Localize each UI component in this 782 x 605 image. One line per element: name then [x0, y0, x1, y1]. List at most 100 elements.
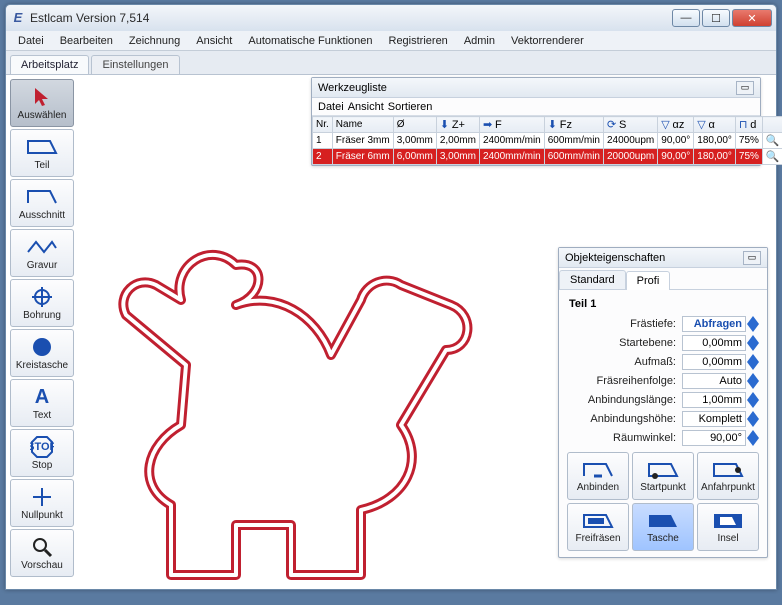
menu-registrieren[interactable]: Registrieren — [383, 33, 454, 49]
menubar: Datei Bearbeiten Zeichnung Ansicht Autom… — [6, 31, 776, 51]
btn-anbinden[interactable]: Anbinden — [567, 452, 629, 500]
anbinden-icon — [582, 460, 614, 480]
menu-autofunk[interactable]: Automatische Funktionen — [242, 33, 378, 49]
maximize-button[interactable]: ☐ — [702, 9, 730, 27]
btn-tasche[interactable]: Tasche — [632, 503, 694, 551]
tool-stop[interactable]: STOP Stop — [10, 429, 74, 477]
menu-ansicht[interactable]: Ansicht — [190, 33, 238, 49]
magnifier-icon — [31, 535, 53, 559]
tool-kreistasche[interactable]: Kreistasche — [10, 329, 74, 377]
insel-icon — [712, 511, 744, 531]
engrave-icon — [26, 235, 58, 259]
origin-icon — [31, 485, 53, 509]
app-window: E Estlcam Version 7,514 — ☐ ✕ Datei Bear… — [5, 4, 777, 590]
toollist-menu-ansicht[interactable]: Ansicht — [348, 101, 384, 113]
tool-edit-icon[interactable]: 🔍 — [766, 150, 780, 163]
btn-insel[interactable]: Insel — [697, 503, 759, 551]
menu-bearbeiten[interactable]: Bearbeiten — [54, 33, 119, 49]
tool-edit-icon[interactable]: 🔍 — [766, 134, 780, 147]
zplus-icon: ⬇ — [440, 119, 449, 131]
canvas-drawing[interactable] — [116, 225, 536, 605]
spindle-icon: ⟳ — [607, 119, 616, 131]
workarea[interactable]: Auswählen Teil Ausschnitt Gravur — [6, 75, 776, 589]
tool-teil[interactable]: Teil — [10, 129, 74, 177]
tabbar: Arbeitsplatz Einstellungen — [6, 51, 776, 75]
aufmass-input[interactable]: 0,00mm — [682, 354, 746, 370]
part-icon — [26, 135, 58, 159]
menu-vektor[interactable]: Vektorrenderer — [505, 33, 590, 49]
prop-aufmass: Aufmaß: 0,00mm — [567, 354, 759, 370]
spinner[interactable] — [747, 373, 759, 389]
angle-icon: ▽ — [697, 119, 705, 131]
cursor-icon — [32, 85, 52, 109]
btn-anfahrpunkt[interactable]: Anfahrpunkt — [697, 452, 759, 500]
prop-startebene: Startebene: 0,00mm — [567, 335, 759, 351]
minimize-button[interactable]: — — [672, 9, 700, 27]
tool-table[interactable]: Nr. Name Ø ⬇ Z+ ➡ F ⬇ Fz ⟳ S ▽ αz ▽ α ⊓ … — [312, 116, 782, 165]
toollist-close-button[interactable]: ▭ — [736, 81, 754, 95]
anglez-icon: ▽ — [661, 119, 669, 131]
tool-bohrung[interactable]: Bohrung — [10, 279, 74, 327]
tab-einstellungen[interactable]: Einstellungen — [91, 55, 179, 74]
objprops-panel: Objekteigenschaften ▭ Standard Profi Tei… — [558, 247, 768, 558]
prop-raeumwinkel: Räumwinkel: 90,00° — [567, 430, 759, 446]
app-icon: E — [10, 10, 26, 26]
tasche-icon — [647, 511, 679, 531]
anbindungslaenge-input[interactable]: 1,00mm — [682, 392, 746, 408]
window-title: Estlcam Version 7,514 — [30, 11, 670, 25]
startebene-input[interactable]: 0,00mm — [682, 335, 746, 351]
fraestiefe-input[interactable]: Abfragen — [682, 316, 746, 332]
titlebar[interactable]: E Estlcam Version 7,514 — ☐ ✕ — [6, 5, 776, 31]
feed-icon: ➡ — [483, 119, 492, 131]
tool-row-selected[interactable]: 2 Fräser 6mm 6,00mm 3,00mm 2400mm/min 60… — [313, 149, 782, 165]
spinner[interactable] — [747, 430, 759, 446]
prop-anbindungshoehe: Anbindungshöhe: Komplett — [567, 411, 759, 427]
text-icon: A — [35, 385, 49, 409]
menu-datei[interactable]: Datei — [12, 33, 50, 49]
tool-text[interactable]: A Text — [10, 379, 74, 427]
raeumwinkel-input[interactable]: 90,00° — [682, 430, 746, 446]
btn-startpunkt[interactable]: Startpunkt — [632, 452, 694, 500]
objprops-title: Objekteigenschaften — [565, 252, 665, 264]
objtab-standard[interactable]: Standard — [559, 270, 626, 289]
anfahrpunkt-icon — [712, 460, 744, 480]
close-button[interactable]: ✕ — [732, 9, 772, 27]
tool-vorschau[interactable]: Vorschau — [10, 529, 74, 577]
tool-auswaehlen[interactable]: Auswählen — [10, 79, 74, 127]
menu-zeichnung[interactable]: Zeichnung — [123, 33, 186, 49]
tool-ausschnitt[interactable]: Ausschnitt — [10, 179, 74, 227]
prop-anbindungslaenge: Anbindungslänge: 1,00mm — [567, 392, 759, 408]
tool-row[interactable]: 1 Fräser 3mm 3,00mm 2,00mm 2400mm/min 60… — [313, 133, 782, 149]
menu-admin[interactable]: Admin — [458, 33, 501, 49]
tab-arbeitsplatz[interactable]: Arbeitsplatz — [10, 55, 89, 74]
freifraesen-icon — [582, 511, 614, 531]
spinner[interactable] — [747, 354, 759, 370]
circlepocket-icon — [31, 335, 53, 359]
prop-fraesreihenfolge: Fräsreihenfolge: Auto — [567, 373, 759, 389]
tool-nullpunkt[interactable]: Nullpunkt — [10, 479, 74, 527]
drill-icon — [31, 285, 53, 309]
toollist-menu-datei[interactable]: Datei — [318, 101, 344, 113]
spinner[interactable] — [747, 411, 759, 427]
depth-icon: ⊓ — [739, 119, 748, 131]
btn-freifraesen[interactable]: Freifräsen — [567, 503, 629, 551]
plunge-icon: ⬇ — [548, 119, 557, 131]
spinner[interactable] — [747, 316, 759, 332]
anbindungshoehe-input[interactable]: Komplett — [682, 411, 746, 427]
tool-gravur[interactable]: Gravur — [10, 229, 74, 277]
obj-group-label: Teil 1 — [569, 298, 759, 310]
prop-fraestiefe: Frästiefe: Abfragen — [567, 316, 759, 332]
toollist-title: Werkzeugliste — [318, 82, 387, 94]
cutout-icon — [26, 185, 58, 209]
startpunkt-icon — [647, 460, 679, 480]
toollist-menu-sortieren[interactable]: Sortieren — [388, 101, 433, 113]
fraesreihenfolge-input[interactable]: Auto — [682, 373, 746, 389]
objtab-profi[interactable]: Profi — [626, 271, 671, 290]
stop-icon: STOP — [30, 435, 54, 459]
toollist-panel: Werkzeugliste ▭ Datei Ansicht Sortieren … — [311, 77, 761, 166]
sidebar: Auswählen Teil Ausschnitt Gravur — [10, 79, 80, 579]
objprops-close-button[interactable]: ▭ — [743, 251, 761, 265]
spinner[interactable] — [747, 335, 759, 351]
spinner[interactable] — [747, 392, 759, 408]
svg-text:STOP: STOP — [30, 441, 54, 453]
